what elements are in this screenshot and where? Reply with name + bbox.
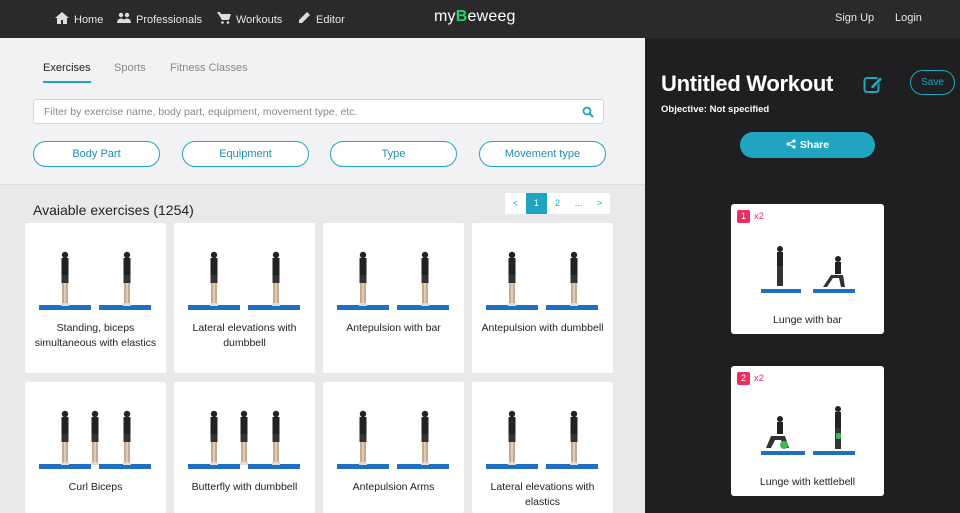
exercise-illustration: [337, 251, 449, 310]
exercise-illustration: [486, 251, 598, 310]
nav-signup[interactable]: Sign Up: [835, 12, 874, 24]
exercise-card-label: Antepulsion with dumbbell: [481, 322, 604, 334]
nav-workouts[interactable]: Workouts: [217, 12, 282, 26]
exercise-card[interactable]: Antepulsion Arms: [323, 382, 464, 513]
pagination-page-2[interactable]: 2: [547, 193, 568, 214]
objective-label: Objective:: [661, 104, 707, 115]
exercise-card[interactable]: Antepulsion with dumbbell: [472, 223, 613, 373]
pagination: < 1 2 ... >: [505, 193, 610, 214]
filter-equipment-button[interactable]: Equipment: [182, 141, 309, 167]
exercise-card-label: Lateral elevations with dumbbell: [192, 322, 297, 349]
pagination-page-1[interactable]: 1: [526, 193, 547, 214]
pencil-icon: [297, 12, 311, 24]
workout-item-name: Lunge with kettlebell: [759, 476, 856, 488]
exercise-card[interactable]: Lateral elevations with elastics: [472, 382, 613, 513]
workout-item[interactable]: 2 x2 Lunge with kettlebell: [731, 366, 884, 496]
top-navbar: Home Professionals Workouts Editor myBew…: [0, 0, 960, 38]
search-input[interactable]: [34, 100, 564, 123]
nav-login[interactable]: Login: [895, 12, 922, 24]
exercise-illustration: [337, 410, 449, 469]
workout-item-index-badge: 2: [737, 372, 750, 385]
filter-panel: Exercises Sports Fitness Classes Body Pa…: [0, 38, 645, 185]
exercise-card[interactable]: Butterfly with dumbbell: [174, 382, 315, 513]
save-button[interactable]: Save: [910, 70, 955, 95]
tab-fitness-classes[interactable]: Fitness Classes: [170, 62, 248, 74]
workout-title: Untitled Workout: [661, 71, 833, 96]
exercise-card-label: Standing, biceps simultaneous with elast…: [34, 322, 157, 349]
edit-icon[interactable]: [863, 74, 885, 94]
workout-item-reps: x2: [754, 373, 765, 384]
exercise-card-label: Antepulsion with bar: [346, 322, 441, 334]
nav-professionals[interactable]: Professionals: [117, 12, 202, 26]
nav-home[interactable]: Home: [55, 12, 103, 26]
exercise-card-label: Lateral elevations with elastics: [490, 481, 595, 508]
objective-value: Not specified: [709, 104, 770, 115]
home-icon: [55, 12, 69, 24]
exercise-illustration: [486, 410, 598, 469]
exercise-illustration: [761, 246, 855, 293]
nav-editor[interactable]: Editor: [297, 12, 345, 26]
filter-type-button[interactable]: Type: [330, 141, 457, 167]
share-button[interactable]: Share: [740, 132, 875, 158]
exercise-illustration: [188, 410, 300, 469]
exercise-card[interactable]: Lateral elevations with dumbbell: [174, 223, 315, 373]
exercise-card[interactable]: Curl Biceps: [25, 382, 166, 513]
tab-exercises[interactable]: Exercises: [43, 62, 91, 83]
tab-sports[interactable]: Sports: [114, 62, 146, 74]
workout-panel: Untitled Workout Save Objective: Not spe…: [645, 38, 960, 513]
exercise-card-label: Antepulsion Arms: [352, 481, 435, 493]
available-exercises-title: Avaiable exercises (1254): [33, 202, 194, 218]
exercise-illustration: [39, 251, 151, 310]
cart-icon: [217, 12, 231, 24]
search-icon[interactable]: [582, 106, 594, 118]
logo[interactable]: myBeweeg: [434, 8, 516, 26]
exercise-card[interactable]: Standing, biceps simultaneous with elast…: [25, 223, 166, 373]
workout-item-reps: x2: [754, 211, 765, 222]
pagination-ellipsis: ...: [568, 193, 589, 214]
exercise-card-label: Butterfly with dumbbell: [191, 481, 298, 493]
objective-line: Objective: Not specified: [661, 104, 769, 115]
exercise-illustration: [188, 251, 300, 310]
exercise-illustration: [39, 410, 151, 469]
workout-item[interactable]: 1 x2 Lunge with bar: [731, 204, 884, 334]
pagination-next[interactable]: >: [589, 193, 610, 214]
workout-item-name: Lunge with bar: [773, 314, 842, 326]
users-icon: [117, 12, 131, 24]
workout-item-index-badge: 1: [737, 210, 750, 223]
search-box: [33, 99, 604, 124]
share-icon: [786, 139, 796, 149]
exercise-card[interactable]: Antepulsion with bar: [323, 223, 464, 373]
filter-body-part-button[interactable]: Body Part: [33, 141, 160, 167]
filter-movement-type-button[interactable]: Movement type: [479, 141, 606, 167]
pagination-prev[interactable]: <: [505, 193, 526, 214]
exercise-card-label: Curl Biceps: [68, 481, 123, 493]
exercise-illustration: [761, 406, 855, 455]
exercise-browser: Exercises Sports Fitness Classes Body Pa…: [0, 38, 645, 513]
